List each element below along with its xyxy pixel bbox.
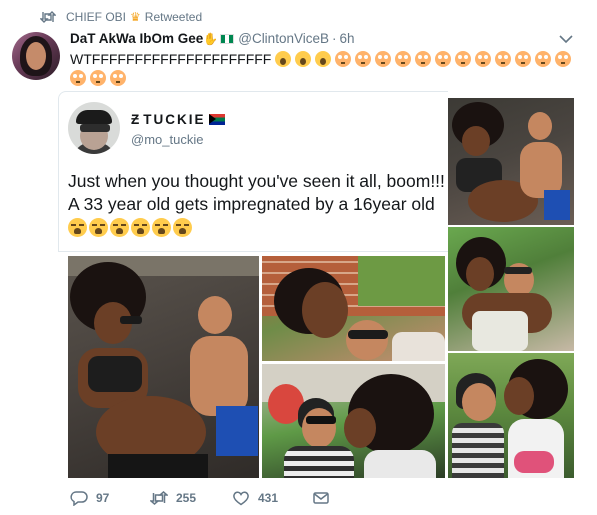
flushed-face-icon — [475, 51, 492, 67]
heart-icon — [233, 491, 249, 506]
flushed-face-icon — [555, 51, 572, 67]
author-display-name[interactable]: DaT AkWa IbOm Gee — [70, 31, 203, 46]
flushed-face-icon — [335, 51, 352, 67]
photo-selfie-brick-wall[interactable] — [262, 256, 445, 361]
reply-count: 97 — [96, 491, 110, 505]
quoted-tweet-text: Just when you thought you've seen it all… — [68, 170, 448, 239]
retweeter-name[interactable]: CHIEF OBI — [66, 10, 126, 24]
flushed-face-icon — [415, 51, 432, 67]
retweet-context: CHIEF OBI ♛ Retweeted — [40, 8, 202, 26]
direct-message-button[interactable] — [312, 490, 338, 506]
photo-lounge-chairs-main[interactable] — [68, 256, 259, 478]
flushed-face-icon — [110, 70, 126, 86]
retweet-count: 255 — [176, 491, 197, 505]
retweeted-label: Retweeted — [144, 10, 203, 24]
loudly-crying-face-icon — [110, 218, 129, 237]
quoted-author-handle[interactable]: @mo_tuckie — [131, 132, 203, 147]
author-avatar[interactable] — [12, 32, 60, 80]
like-count: 431 — [258, 491, 279, 505]
screaming-face-icon — [275, 51, 292, 67]
retweet-icon — [150, 491, 168, 505]
flushed-face-icon — [535, 51, 552, 67]
flushed-face-icon — [515, 51, 532, 67]
name-prefix-glyph: Ƶ — [131, 112, 142, 127]
loudly-crying-face-icon — [152, 218, 171, 237]
reply-button[interactable]: 97 — [70, 490, 109, 506]
like-button[interactable]: 431 — [232, 490, 278, 506]
tweet-text-content: WTFFFFFFFFFFFFFFFFFFFFF — [70, 51, 272, 67]
author-handle[interactable]: @ClintonViceB — [238, 31, 329, 46]
flushed-face-icon — [395, 51, 412, 67]
retweet-icon — [40, 11, 56, 23]
loudly-crying-face-icon — [131, 218, 150, 237]
separator-dot: · — [331, 31, 337, 46]
flushed-face-icon — [70, 70, 86, 86]
flushed-face-icon — [90, 70, 106, 86]
photo-hug-garden[interactable] — [448, 227, 574, 351]
quoted-text-content: Just when you thought you've seen it all… — [68, 171, 445, 214]
envelope-icon — [313, 492, 329, 504]
flushed-face-icon — [375, 51, 392, 67]
photo-kiss-outdoor[interactable] — [262, 364, 445, 478]
flushed-face-icon — [435, 51, 452, 67]
quoted-display-name: TUCKIE — [143, 112, 206, 127]
crown-icon: ♛ — [130, 10, 141, 24]
loudly-crying-face-icon — [173, 218, 192, 237]
screaming-face-icon — [295, 51, 312, 67]
tweet-text: WTFFFFFFFFFFFFFFFFFFFFF — [70, 50, 580, 88]
screaming-face-icon — [315, 51, 332, 67]
loudly-crying-face-icon — [89, 218, 108, 237]
reply-icon — [70, 491, 88, 506]
tweet-header: DaT AkWa IbOm Gee ✋ @ClintonViceB · 6h — [70, 31, 355, 46]
quoted-author-name[interactable]: Ƶ TUCKIE — [131, 112, 225, 127]
raised-hand-icon: ✋ — [203, 31, 219, 46]
quoted-author-avatar[interactable] — [68, 102, 120, 154]
south-africa-flag-icon — [208, 114, 225, 125]
loudly-crying-face-icon — [68, 218, 87, 237]
retweet-button[interactable]: 255 — [150, 490, 196, 506]
flushed-face-icon — [455, 51, 472, 67]
photo-kissing-close[interactable] — [448, 353, 574, 478]
photo-lounge-chairs-small[interactable] — [448, 98, 574, 225]
flushed-face-icon — [355, 51, 372, 67]
nigeria-flag-icon — [220, 33, 235, 44]
chevron-down-icon[interactable] — [559, 34, 573, 44]
tweet-timestamp[interactable]: 6h — [339, 31, 354, 46]
flushed-face-icon — [495, 51, 512, 67]
